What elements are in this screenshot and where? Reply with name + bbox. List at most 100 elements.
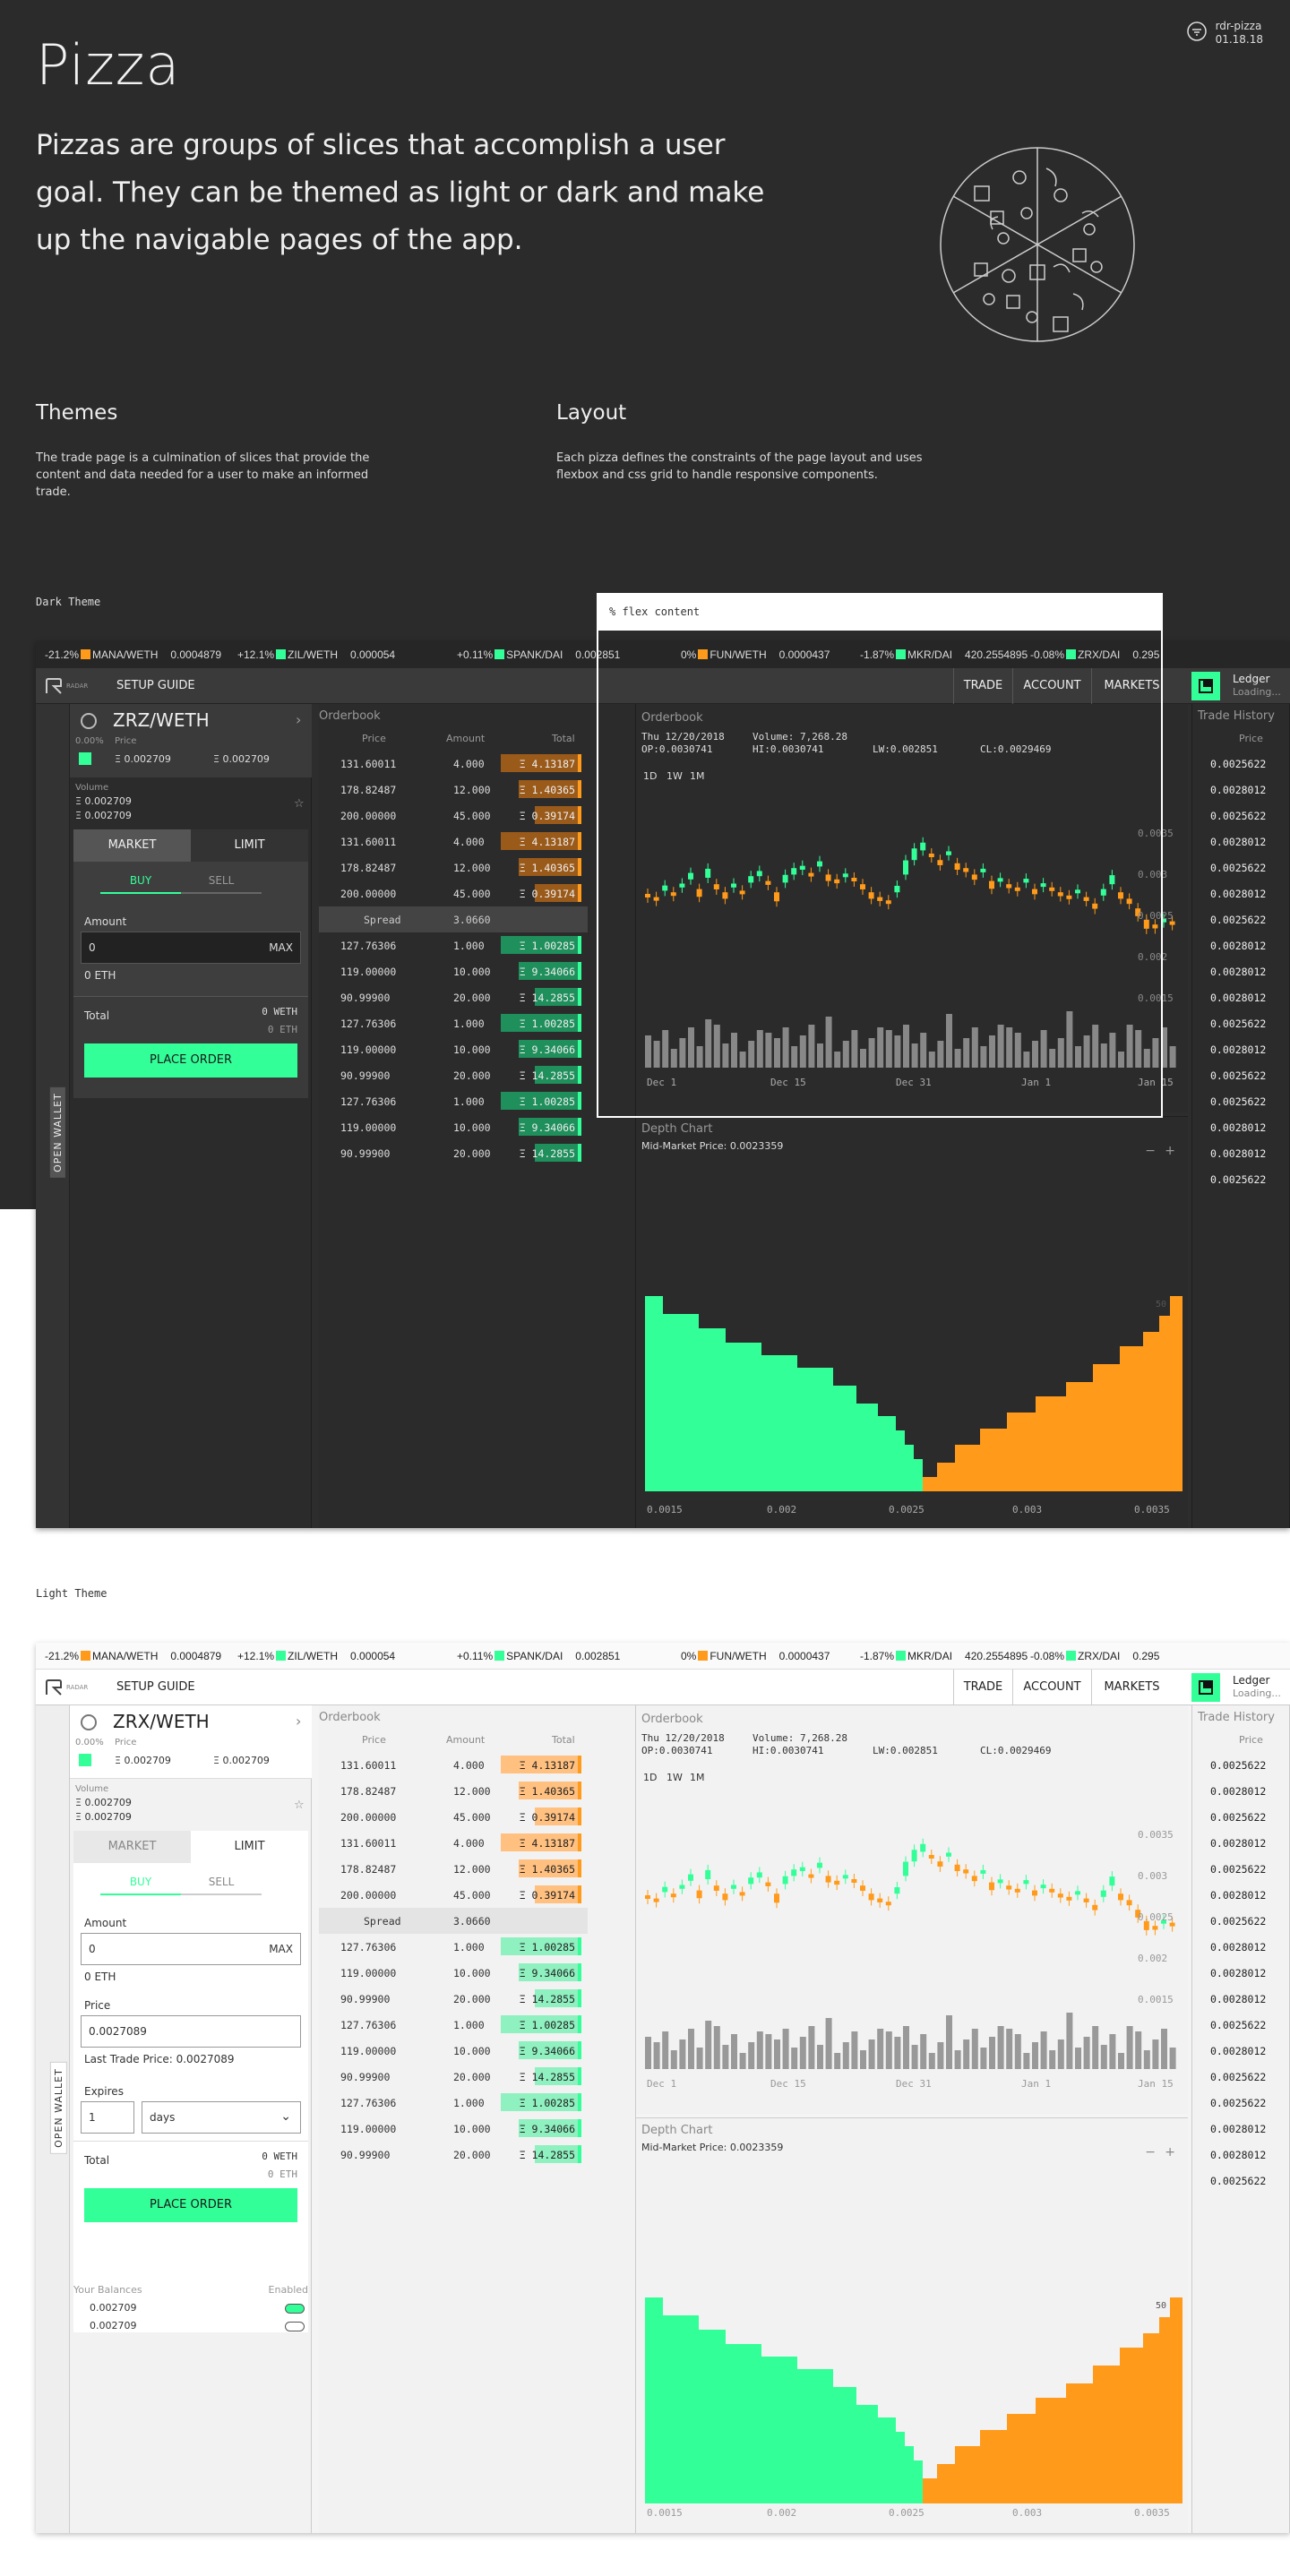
orderbook-row[interactable]: 127.76306 1.000 Ξ 1.00285 — [319, 1088, 588, 1114]
history-row[interactable]: 0.0028012 — [1192, 1778, 1290, 1804]
amount-input[interactable]: 0 MAX — [81, 1933, 301, 1965]
history-row[interactable]: 0.0028012 — [1192, 829, 1290, 854]
history-row[interactable]: 0.0028012 — [1192, 2142, 1290, 2168]
history-row[interactable]: 0.0025622 — [1192, 1062, 1290, 1088]
orderbook-row[interactable]: 90.99900 20.000 Ξ 14.2855 — [319, 1140, 588, 1166]
tab-market[interactable]: MARKET — [73, 829, 191, 862]
candlestick-chart[interactable]: 0.0035 0.003 0.0025 0.002 0.0015 Dec 1 Dec 15 D… — [636, 790, 1188, 1112]
history-row[interactable]: 0.0028012 — [1192, 1934, 1290, 1960]
nav-trade-button[interactable]: TRADE — [953, 1670, 1012, 1705]
open-wallet-button[interactable]: OPEN WALLET — [49, 2062, 67, 2154]
history-row[interactable]: 0.0025622 — [1192, 1752, 1290, 1778]
history-row[interactable]: 0.0028012 — [1192, 958, 1290, 984]
history-row[interactable]: 0.0028012 — [1192, 2038, 1290, 2064]
orderbook-row[interactable]: 178.82487 12.000 Ξ 1.40365 — [319, 854, 588, 880]
ticker-item[interactable]: +0.11% SPANK/DAI 0.002851 — [457, 1650, 620, 1662]
toggle-disabled[interactable] — [285, 2322, 305, 2331]
sell-toggle[interactable]: SELL — [181, 874, 262, 894]
history-row[interactable]: 0.0028012 — [1192, 932, 1290, 958]
ticker-item[interactable]: 0% FUN/WETH 0.0000437 — [681, 648, 830, 661]
buy-toggle[interactable]: BUY — [100, 874, 181, 894]
orderbook-row[interactable]: 131.60011 4.000 Ξ 4.13187 — [319, 829, 588, 854]
range-1D[interactable]: 1D — [643, 1772, 657, 1783]
chevron-right-icon[interactable]: › — [296, 1713, 301, 1730]
ledger-button[interactable] — [1191, 672, 1220, 700]
history-row[interactable]: 0.0025622 — [1192, 1856, 1290, 1882]
orderbook-row[interactable]: 178.82487 12.000 Ξ 1.40365 — [319, 1778, 588, 1804]
history-row[interactable]: 0.0025622 — [1192, 751, 1290, 777]
orderbook-row[interactable]: 131.60011 4.000 Ξ 4.13187 — [319, 1752, 588, 1778]
depth-chart[interactable]: 0.0015 0.002 0.0025 0.003 0.0035 50 — [636, 2145, 1188, 2521]
buy-toggle[interactable]: BUY — [100, 1876, 181, 1895]
setup-guide-link[interactable]: SETUP GUIDE — [116, 1680, 195, 1694]
orderbook-row[interactable]: 90.99900 20.000 Ξ 14.2855 — [319, 984, 588, 1010]
setup-guide-link[interactable]: SETUP GUIDE — [116, 679, 195, 692]
pair-selector[interactable]: ZRZ/WETH › 0.00% Price Ξ 0.002709 Ξ 0.002709 — [70, 704, 312, 777]
history-row[interactable]: 0.0028012 — [1192, 880, 1290, 906]
expires-unit-select[interactable]: days ⌄ — [142, 2101, 301, 2134]
ticker-item[interactable]: +12.1% ZIL/WETH 0.000054 — [237, 648, 395, 661]
orderbook-row[interactable]: 127.76306 1.000 Ξ 1.00285 — [319, 1934, 588, 1960]
place-order-button[interactable]: PLACE ORDER — [84, 2188, 297, 2222]
expires-input[interactable]: 1 — [81, 2101, 134, 2134]
orderbook-row[interactable]: 119.00000 10.000 Ξ 9.34066 — [319, 2038, 588, 2064]
history-row[interactable]: 0.0025622 — [1192, 1166, 1290, 1192]
orderbook-row[interactable]: 119.00000 10.000 Ξ 9.34066 — [319, 958, 588, 984]
orderbook-row[interactable]: 131.60011 4.000 Ξ 4.13187 — [319, 751, 588, 777]
tab-limit[interactable]: LIMIT — [191, 829, 308, 862]
history-row[interactable]: 0.0028012 — [1192, 1882, 1290, 1908]
range-1W[interactable]: 1W — [666, 770, 683, 782]
sell-toggle[interactable]: SELL — [181, 1876, 262, 1895]
orderbook-row[interactable]: 90.99900 20.000 Ξ 14.2855 — [319, 2142, 588, 2168]
history-row[interactable]: 0.0025622 — [1192, 1908, 1290, 1934]
orderbook-row[interactable]: 200.00000 45.000 Ξ 0.39174 — [319, 880, 588, 906]
orderbook-row[interactable]: 127.76306 1.000 Ξ 1.00285 — [319, 932, 588, 958]
orderbook-row[interactable]: 119.00000 10.000 Ξ 9.34066 — [319, 1114, 588, 1140]
history-row[interactable]: 0.0025622 — [1192, 1010, 1290, 1036]
wallet-strip[interactable]: OPEN WALLET — [36, 704, 70, 1528]
star-icon[interactable]: ☆ — [294, 1799, 305, 1812]
star-icon[interactable]: ☆ — [294, 797, 305, 811]
history-row[interactable]: 0.0028012 — [1192, 1830, 1290, 1856]
tab-market[interactable]: MARKET — [73, 1831, 191, 1863]
place-order-button[interactable]: PLACE ORDER — [84, 1043, 297, 1078]
orderbook-row[interactable]: 90.99900 20.000 Ξ 14.2855 — [319, 1062, 588, 1088]
orderbook-row[interactable]: 127.76306 1.000 Ξ 1.00285 — [319, 1010, 588, 1036]
candlestick-chart[interactable]: 0.0035 0.003 0.0025 0.002 0.0015 Dec 1 Dec 15 D… — [636, 1791, 1188, 2114]
ticker-item[interactable]: -1.87% MKR/DAI 420.2554895 — [860, 1650, 1028, 1662]
orderbook-row[interactable]: 127.76306 1.000 Ξ 1.00285 — [319, 2090, 588, 2116]
radar-logo[interactable]: RADAR — [45, 1679, 99, 1696]
orderbook-row[interactable]: 200.00000 45.000 Ξ 0.39174 — [319, 803, 588, 829]
ledger-button[interactable] — [1191, 1673, 1220, 1702]
toggle-enabled[interactable] — [285, 2304, 305, 2314]
orderbook-row[interactable]: 119.00000 10.000 Ξ 9.34066 — [319, 2116, 588, 2142]
history-row[interactable]: 0.0028012 — [1192, 777, 1290, 803]
ticker-item[interactable]: 0% FUN/WETH 0.0000437 — [681, 1650, 830, 1662]
orderbook-row[interactable]: 200.00000 45.000 Ξ 0.39174 — [319, 1804, 588, 1830]
nav-markets-button[interactable]: MARKETS — [1091, 1670, 1172, 1705]
chevron-right-icon[interactable]: › — [296, 711, 301, 728]
history-row[interactable]: 0.0025622 — [1192, 2168, 1290, 2194]
ticker-item[interactable]: +12.1% ZIL/WETH 0.000054 — [237, 1650, 395, 1662]
orderbook-row[interactable]: 90.99900 20.000 Ξ 14.2855 — [319, 1986, 588, 2012]
orderbook-row[interactable]: 178.82487 12.000 Ξ 1.40365 — [319, 777, 588, 803]
range-1M[interactable]: 1M — [690, 770, 705, 782]
amount-input[interactable]: 0 MAX — [81, 932, 301, 964]
history-row[interactable]: 0.0028012 — [1192, 984, 1290, 1010]
wallet-strip[interactable]: OPEN WALLET — [36, 1705, 70, 2533]
price-input[interactable]: 0.0027089 — [81, 2015, 301, 2048]
history-row[interactable]: 0.0025622 — [1192, 2012, 1290, 2038]
orderbook-row[interactable]: 178.82487 12.000 Ξ 1.40365 — [319, 1856, 588, 1882]
ticker-item[interactable]: -21.2% MANA/WETH 0.0004879 — [45, 1650, 221, 1662]
max-button[interactable]: MAX — [269, 1943, 293, 1955]
history-row[interactable]: 0.0028012 — [1192, 1986, 1290, 2012]
ticker-item[interactable]: +0.11% SPANK/DAI 0.002851 — [457, 648, 620, 661]
ticker-item[interactable]: -21.2% MANA/WETH 0.0004879 — [45, 648, 221, 661]
ticker-item[interactable]: -0.08% ZRX/DAI 0.295 — [1030, 648, 1159, 661]
orderbook-row[interactable]: 131.60011 4.000 Ξ 4.13187 — [319, 1830, 588, 1856]
history-row[interactable]: 0.0028012 — [1192, 1140, 1290, 1166]
history-row[interactable]: 0.0028012 — [1192, 2116, 1290, 2142]
orderbook-row[interactable]: 127.76306 1.000 Ξ 1.00285 — [319, 2012, 588, 2038]
depth-chart[interactable]: 0.0015 0.002 0.0025 0.003 0.0035 50 — [636, 1144, 1188, 1520]
orderbook-row[interactable]: 119.00000 10.000 Ξ 9.34066 — [319, 1036, 588, 1062]
